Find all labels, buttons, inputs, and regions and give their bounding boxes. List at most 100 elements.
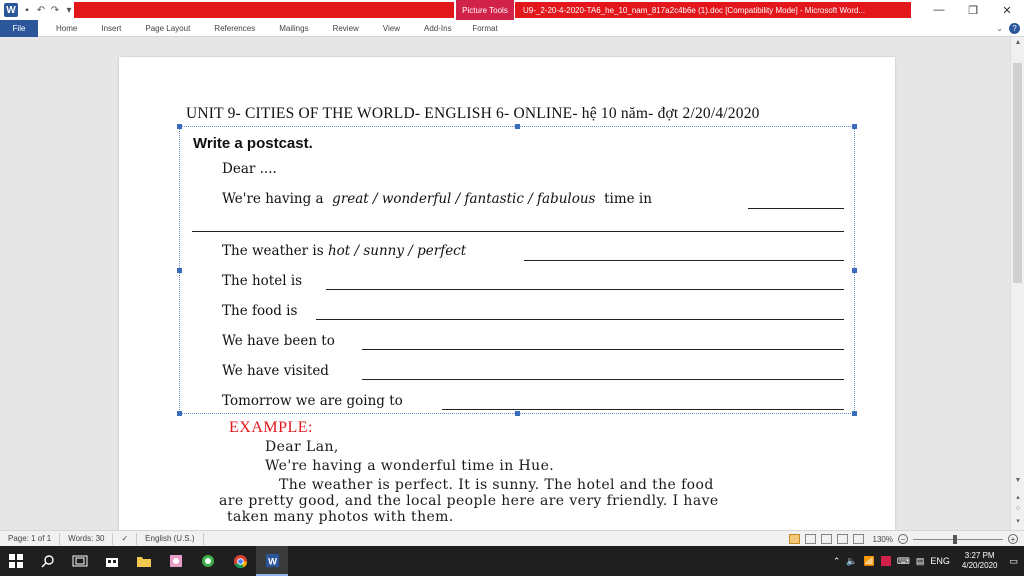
resize-handle-bottom-left[interactable] — [177, 411, 182, 416]
task-view-icon[interactable] — [64, 546, 96, 576]
line-tomorrow: Tomorrow we are going to — [222, 393, 403, 409]
zoom-in-icon[interactable]: + — [1008, 534, 1018, 544]
draft-view-icon[interactable] — [852, 534, 864, 544]
resize-handle-top-right[interactable] — [852, 124, 857, 129]
resize-handle-bottom-right[interactable] — [852, 411, 857, 416]
outline-view-icon[interactable] — [836, 534, 848, 544]
tab-references[interactable]: References — [202, 20, 267, 37]
word-taskbar-icon[interactable]: W — [256, 546, 288, 576]
tab-view[interactable]: View — [371, 20, 412, 37]
store-icon[interactable] — [96, 546, 128, 576]
scroll-up-icon[interactable]: ▲ — [1011, 39, 1024, 46]
action-center-icon[interactable]: ▭ — [1009, 556, 1018, 567]
vertical-scrollbar[interactable]: ▲ ▼ ▴ ○ ▾ — [1010, 37, 1024, 530]
minimize-button[interactable]: — — [922, 0, 956, 20]
tab-file[interactable]: File — [0, 19, 38, 37]
resize-handle-top-left[interactable] — [177, 124, 182, 129]
document-heading: UNIT 9- CITIES OF THE WORLD- ENGLISH 6- … — [186, 105, 760, 122]
scroll-down-icon[interactable]: ▼ — [1011, 477, 1024, 484]
word-count[interactable]: Words: 30 — [60, 532, 114, 545]
full-screen-reading-icon[interactable] — [804, 534, 816, 544]
blank-hotel — [326, 289, 844, 290]
blank-food — [316, 319, 844, 320]
example-line-5: taken many photos with them. — [227, 509, 454, 525]
language-status[interactable]: English (U.S.) — [137, 532, 204, 545]
scroll-thumb[interactable] — [1013, 63, 1022, 283]
tab-mailings[interactable]: Mailings — [267, 20, 320, 37]
example-line-3: The weather is perfect. It is sunny. The… — [279, 477, 714, 493]
zoom-slider-knob[interactable] — [953, 534, 957, 544]
volume-icon[interactable]: 🔈 — [846, 556, 857, 567]
word-logo-icon[interactable]: W — [4, 3, 18, 17]
zoom-level[interactable]: 130% — [873, 535, 893, 544]
example-label: EXAMPLE: — [229, 419, 313, 436]
windows-taskbar: W ⌃ 🔈 📶 ⌨ ▤ ENG 3:27 PM 4/20/2020 ▭ — [0, 546, 1024, 576]
print-layout-view-icon[interactable] — [788, 534, 800, 544]
clock-date: 4/20/2020 — [961, 561, 998, 570]
worksheet-title: Write a postcast. — [193, 135, 313, 152]
previous-page-icon[interactable]: ▴ — [1011, 493, 1024, 501]
restore-button[interactable]: ❐ — [956, 0, 990, 20]
tab-format[interactable]: Format — [460, 20, 510, 37]
clock[interactable]: 3:27 PM 4/20/2020 — [962, 551, 998, 571]
zoom-out-icon[interactable]: − — [898, 534, 908, 544]
line-been: We have been to — [222, 333, 335, 349]
resize-handle-top-middle[interactable] — [515, 124, 520, 129]
tab-insert[interactable]: Insert — [89, 20, 133, 37]
page-count[interactable]: Page: 1 of 1 — [0, 532, 61, 545]
example-line-1: Dear Lan, — [265, 439, 339, 455]
resize-handle-middle-left[interactable] — [177, 268, 182, 273]
svg-text:W: W — [268, 556, 277, 566]
paint-app-icon[interactable] — [160, 546, 192, 576]
resize-handle-bottom-middle[interactable] — [515, 411, 520, 416]
title-highlight-bar — [74, 2, 454, 18]
redo-icon[interactable]: ↷ — [50, 5, 60, 16]
start-icon[interactable] — [0, 546, 32, 576]
document-page[interactable]: UNIT 9- CITIES OF THE WORLD- ENGLISH 6- … — [119, 57, 895, 530]
line-having: We're having a great / wonderful / fanta… — [222, 191, 652, 207]
tab-review[interactable]: Review — [321, 20, 371, 37]
save-icon[interactable]: ▪ — [22, 5, 32, 16]
quick-access-toolbar: W ▪ ↶ ↷ ▾ — [0, 0, 74, 20]
minimize-ribbon-icon[interactable]: ⌄ — [996, 24, 1003, 33]
notification-center-icon[interactable]: ▤ — [916, 556, 925, 567]
blank-weather — [524, 260, 844, 261]
undo-icon[interactable]: ↶ — [36, 5, 46, 16]
title-bar: W ▪ ↶ ↷ ▾ Picture Tools U9-_2-20-4-2020-… — [0, 0, 1024, 20]
help-icon[interactable]: ? — [1009, 23, 1020, 34]
keyboard-icon[interactable]: ⌨ — [897, 556, 910, 567]
line-visited: We have visited — [222, 363, 329, 379]
tab-home[interactable]: Home — [44, 20, 89, 37]
close-button[interactable]: ✕ — [990, 0, 1024, 20]
blank-visited — [362, 379, 844, 380]
zoom-slider[interactable] — [913, 534, 1003, 544]
customize-qat-icon[interactable]: ▾ — [64, 5, 74, 16]
file-explorer-icon[interactable] — [128, 546, 160, 576]
line-hotel: The hotel is — [222, 273, 303, 289]
select-browse-object-icon[interactable]: ○ — [1011, 505, 1024, 512]
search-icon[interactable] — [32, 546, 64, 576]
chrome-icon[interactable] — [224, 546, 256, 576]
next-page-icon[interactable]: ▾ — [1011, 517, 1024, 525]
tab-page-layout[interactable]: Page Layout — [133, 20, 202, 37]
coccoc-browser-icon[interactable] — [192, 546, 224, 576]
tab-add-ins[interactable]: Add-Ins — [412, 20, 464, 37]
proofing-icon[interactable]: ✓ — [113, 532, 138, 545]
antivirus-icon[interactable] — [880, 556, 891, 566]
show-hidden-icons-icon[interactable]: ⌃ — [833, 556, 841, 567]
status-bar: Page: 1 of 1 Words: 30 ✓ English (U.S.) … — [0, 530, 1024, 546]
blank-tomorrow — [442, 409, 844, 410]
document-workspace: UNIT 9- CITIES OF THE WORLD- ENGLISH 6- … — [0, 37, 1010, 530]
having-suffix: time in — [604, 191, 652, 207]
resize-handle-middle-right[interactable] — [852, 268, 857, 273]
system-tray: ⌃ 🔈 📶 ⌨ ▤ ENG 3:27 PM 4/20/2020 ▭ — [833, 546, 1024, 576]
input-language[interactable]: ENG — [930, 556, 950, 566]
blank-been — [362, 349, 844, 350]
example-line-2: We're having a wonderful time in Hue. — [265, 458, 555, 474]
web-layout-icon[interactable] — [820, 534, 832, 544]
weather-options: hot / sunny / perfect — [327, 243, 467, 259]
selected-picture[interactable]: Write a postcast. Dear .... We're having… — [177, 124, 857, 416]
view-zoom-controls: 130% − + — [788, 531, 1018, 547]
weather-prefix: The weather is — [222, 243, 324, 259]
network-icon[interactable]: 📶 — [864, 556, 875, 567]
